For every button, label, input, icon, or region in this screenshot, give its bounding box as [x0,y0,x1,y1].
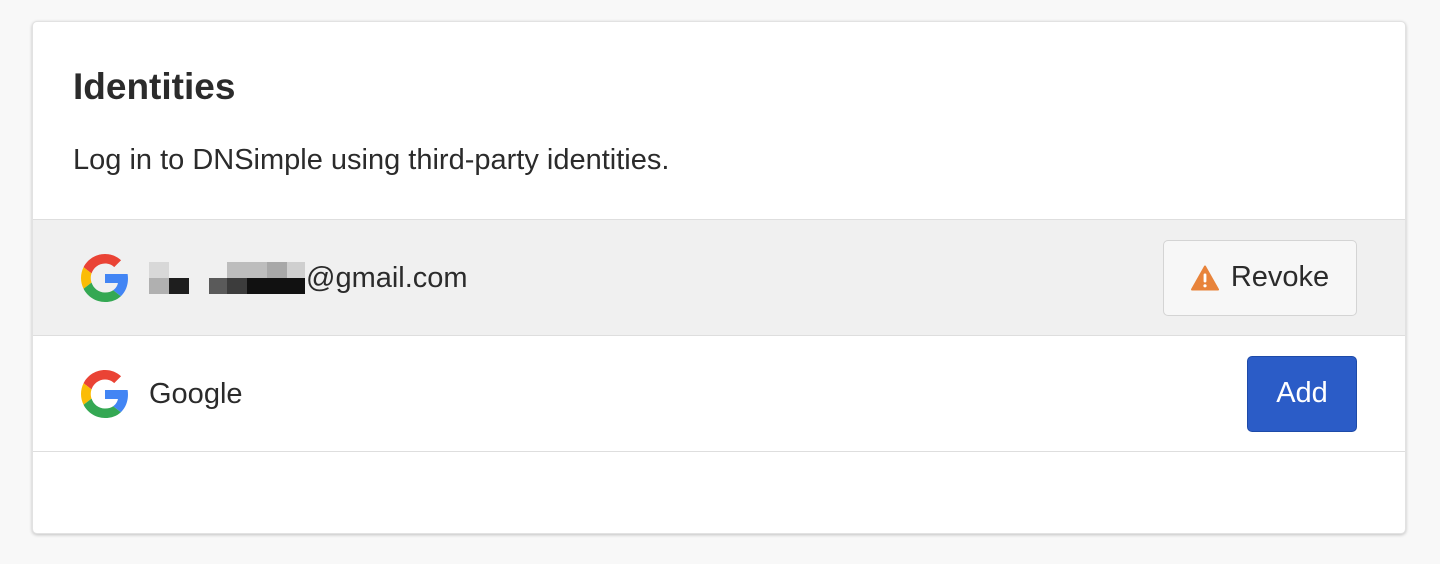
card-header: Identities Log in to DNSimple using thir… [33,22,1405,220]
google-icon [81,253,128,302]
revoke-button[interactable]: Revoke [1163,239,1357,316]
revoke-button-label: Revoke [1230,261,1330,293]
section-description: Log in to DNSimple using third-party ide… [73,144,670,176]
identity-email-domain: @gmail.com [306,261,468,294]
google-icon [81,369,128,418]
redacted-username [149,261,305,294]
add-google-button[interactable]: Add [1247,355,1357,432]
identity-email: @gmail.com [149,261,468,295]
identities-card: Identities Log in to DNSimple using thir… [32,21,1406,534]
warning-icon [1190,265,1219,290]
identity-row-available: Google Add [33,336,1405,452]
identity-row-connected: @gmail.com Revoke [33,220,1405,336]
page-title: Identities [73,66,236,107]
provider-name: Google [149,377,243,410]
